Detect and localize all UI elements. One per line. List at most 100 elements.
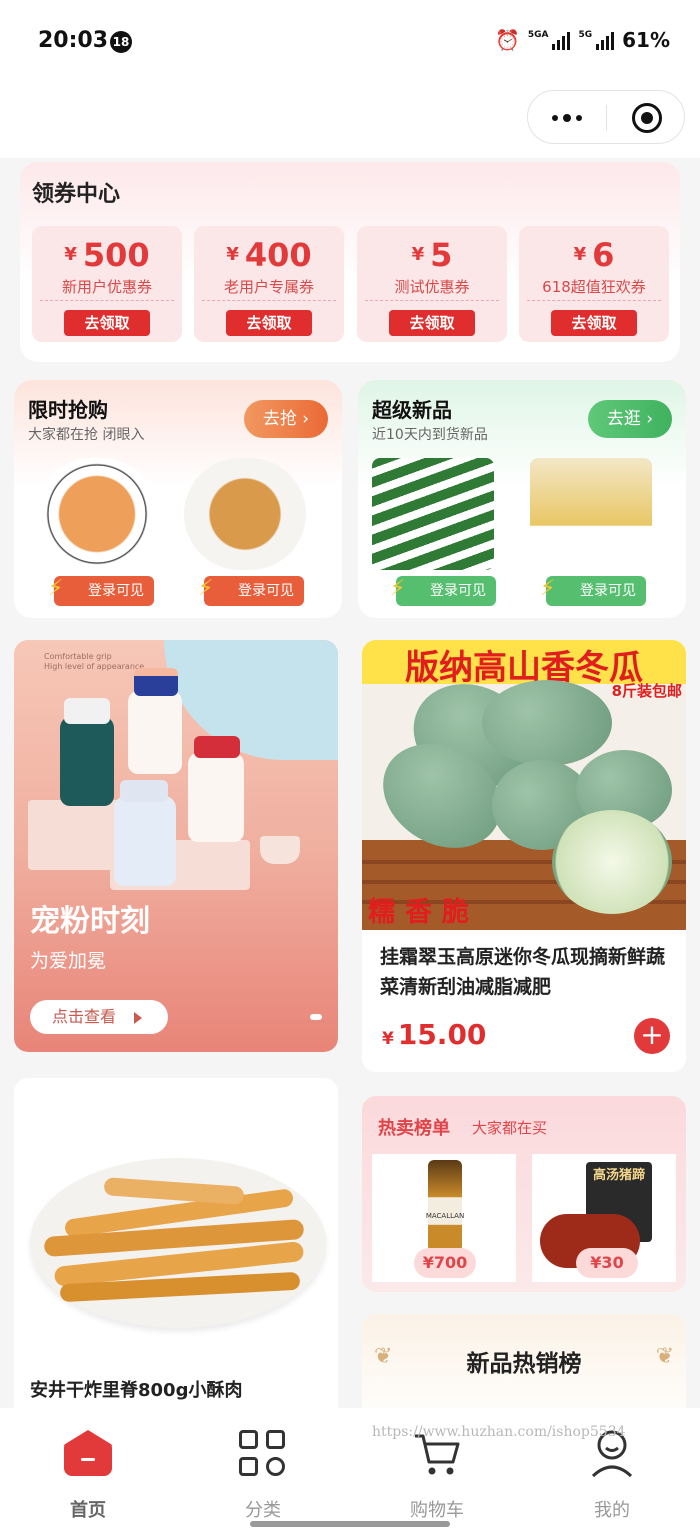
melon-cut-image bbox=[552, 810, 672, 914]
bottle-cap bbox=[134, 668, 178, 696]
login-to-view-tag[interactable]: ⚡ 登录可见 bbox=[198, 576, 304, 606]
product-price: ¥15.00 bbox=[382, 1018, 487, 1051]
bottle-image bbox=[188, 752, 244, 842]
new-products-subtitle: 近10天内到货新品 bbox=[372, 427, 488, 443]
hot-item-price: ¥700 bbox=[414, 1248, 476, 1278]
login-to-view-tag[interactable]: ⚡ 登录可见 bbox=[540, 576, 646, 606]
new-hot-title: 新品热销榜 bbox=[466, 1351, 582, 1377]
bottle-cap bbox=[64, 698, 110, 724]
header bbox=[0, 84, 700, 158]
claim-coupon-button[interactable]: 去领取 bbox=[64, 310, 150, 336]
coupon-divider bbox=[365, 300, 499, 301]
hot-list-card[interactable]: 热卖榜单 大家都在买 MACALLAN 高汤猪蹄 ¥700 ¥30 bbox=[362, 1096, 686, 1292]
bottle-cap bbox=[194, 736, 240, 758]
product-card[interactable]: 版纳高山香冬瓜 8斤装包邮 糯香脆 挂霜翠玉高原迷你冬瓜现摘新鲜蔬菜清新刮油减脂… bbox=[362, 640, 686, 1072]
bolt-icon: ⚡ bbox=[540, 576, 556, 601]
bolt-icon: ⚡ bbox=[390, 576, 406, 601]
coupon-card: ¥6 618超值狂欢券 去领取 bbox=[519, 226, 669, 342]
product-image[interactable] bbox=[530, 458, 652, 570]
coupon-card: ¥400 老用户专属券 去领取 bbox=[194, 226, 344, 342]
product-card[interactable]: 安井干炸里脊800g小酥肉 bbox=[14, 1078, 338, 1438]
claim-coupon-button[interactable]: 去领取 bbox=[389, 310, 475, 336]
coupon-center-title: 领券中心 bbox=[32, 182, 121, 207]
status-icons: ⏰ 5GA 5G 61% bbox=[495, 28, 670, 52]
login-to-view-tag[interactable]: ⚡ 登录可见 bbox=[390, 576, 496, 606]
coupon-card: ¥5 测试优惠券 去领取 bbox=[357, 226, 507, 342]
age-badge: 18 bbox=[110, 31, 132, 53]
close-miniapp-icon[interactable] bbox=[632, 103, 662, 133]
new-products-title: 超级新品 bbox=[372, 398, 452, 422]
coupon-amount: ¥5 bbox=[411, 236, 453, 274]
watermark: https://www.huzhan.com/ishop5534 bbox=[372, 1424, 626, 1440]
coupon-divider bbox=[202, 300, 336, 301]
package-label: 高汤猪蹄 bbox=[592, 1168, 645, 1183]
product-name[interactable]: 挂霜翠玉高原迷你冬瓜现摘新鲜蔬菜清新刮油减脂减肥 bbox=[380, 942, 670, 1002]
tab-label: 首页 bbox=[70, 1500, 106, 1521]
coupon-card: ¥500 新用户优惠券 去领取 bbox=[32, 226, 182, 342]
coupon-name: 测试优惠券 bbox=[394, 278, 470, 296]
flash-sale-title: 限时抢购 bbox=[28, 398, 108, 422]
bottle-image bbox=[114, 796, 176, 886]
coupon-amount: ¥500 bbox=[64, 236, 150, 274]
bottle-image bbox=[60, 716, 114, 806]
bottle-image bbox=[128, 690, 182, 774]
bottle-label: MACALLAN bbox=[425, 1212, 465, 1220]
home-icon bbox=[64, 1430, 112, 1476]
capsule-divider bbox=[606, 105, 607, 131]
miniapp-capsule bbox=[527, 90, 685, 144]
coupon-amount: ¥6 bbox=[573, 236, 615, 274]
bottle-cap bbox=[120, 780, 168, 802]
add-to-cart-button[interactable]: + bbox=[634, 1018, 670, 1054]
status-time: 20:03 bbox=[38, 28, 109, 53]
category-icon bbox=[239, 1430, 287, 1478]
coupon-divider bbox=[527, 300, 661, 301]
tab-label: 我的 bbox=[594, 1500, 630, 1521]
tab-label: 分类 bbox=[245, 1500, 281, 1521]
product-image[interactable]: 版纳高山香冬瓜 8斤装包邮 糯香脆 bbox=[362, 640, 686, 930]
tab-profile[interactable]: 我的 bbox=[552, 1426, 672, 1536]
flash-sale-go-button[interactable]: 去抢 › bbox=[244, 400, 328, 438]
cup-image bbox=[260, 836, 300, 864]
new-products-go-button[interactable]: 去逛 › bbox=[588, 400, 672, 438]
banner-background-arch bbox=[164, 640, 338, 760]
carousel-indicator bbox=[310, 1014, 322, 1020]
status-bar: 20:03 18 ⏰ 5GA 5G 61% bbox=[0, 0, 700, 84]
hot-list-subtitle: 大家都在买 bbox=[472, 1119, 548, 1137]
coupon-name: 老用户专属券 bbox=[223, 278, 314, 296]
play-arrow-icon bbox=[134, 1012, 142, 1024]
banner-subtitle: 为爱加冕 bbox=[30, 950, 107, 972]
battery-level: 61% bbox=[622, 28, 670, 52]
new-products-card[interactable]: 超级新品 近10天内到货新品 去逛 › ⚡ 登录可见 ⚡ 登录可见 bbox=[358, 380, 686, 618]
melon-image bbox=[482, 680, 612, 766]
bolt-icon: ⚡ bbox=[198, 576, 214, 601]
bolt-icon: ⚡ bbox=[48, 576, 64, 601]
coupon-divider bbox=[40, 300, 174, 301]
signal-icon: 5GA bbox=[528, 30, 571, 50]
product-image[interactable] bbox=[184, 458, 306, 570]
hot-item-price: ¥30 bbox=[576, 1248, 638, 1278]
home-indicator bbox=[250, 1521, 450, 1527]
promo-banner[interactable]: Comfortable grip High level of appearanc… bbox=[14, 640, 338, 1052]
banner-view-button[interactable]: 点击查看 bbox=[30, 1000, 168, 1034]
product-name[interactable]: 安井干炸里脊800g小酥肉 bbox=[30, 1376, 242, 1402]
whisky-bottle-image bbox=[428, 1160, 462, 1252]
tab-category[interactable]: 分类 bbox=[203, 1426, 323, 1536]
alarm-icon: ⏰ bbox=[494, 28, 520, 52]
product-image-sub: 8斤装包邮 bbox=[611, 682, 682, 700]
login-to-view-tag[interactable]: ⚡ 登录可见 bbox=[48, 576, 154, 606]
more-icon[interactable] bbox=[552, 114, 582, 122]
tab-cart[interactable]: 购物车 bbox=[377, 1426, 497, 1536]
claim-coupon-button[interactable]: 去领取 bbox=[551, 310, 637, 336]
flash-sale-subtitle: 大家都在抢 闭眼入 bbox=[28, 427, 145, 443]
coupon-name: 618超值狂欢券 bbox=[542, 278, 646, 296]
product-image-tag: 糯香脆 bbox=[368, 897, 479, 928]
product-image[interactable] bbox=[36, 458, 158, 570]
banner-title: 宠粉时刻 bbox=[30, 904, 150, 939]
tab-home[interactable]: 首页 bbox=[28, 1426, 148, 1536]
product-image[interactable] bbox=[372, 458, 494, 570]
coupon-amount: ¥400 bbox=[226, 236, 312, 274]
banner-small-text: Comfortable grip High level of appearanc… bbox=[44, 652, 145, 671]
tab-label: 购物车 bbox=[410, 1500, 464, 1521]
claim-coupon-button[interactable]: 去领取 bbox=[226, 310, 312, 336]
flash-sale-card[interactable]: 限时抢购 大家都在抢 闭眼入 去抢 › ⚡ 登录可见 ⚡ 登录可见 bbox=[14, 380, 342, 618]
